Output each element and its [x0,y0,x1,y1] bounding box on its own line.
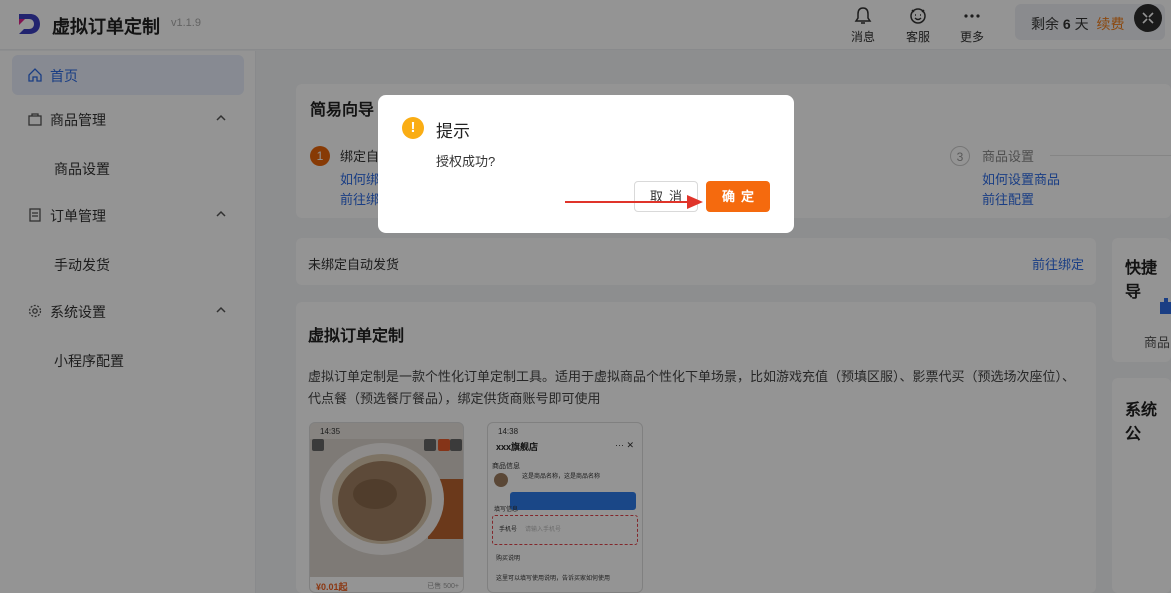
confirm-button[interactable]: 确定 [706,181,770,212]
modal-overlay[interactable] [0,0,1171,593]
warning-icon: ! [402,117,424,139]
dialog-message: 授权成功? [436,154,496,169]
annotation-arrow [565,195,703,209]
dialog-title: 提示 [436,122,470,141]
confirm-dialog: ! 提示 授权成功? 取消 确定 [378,95,794,233]
